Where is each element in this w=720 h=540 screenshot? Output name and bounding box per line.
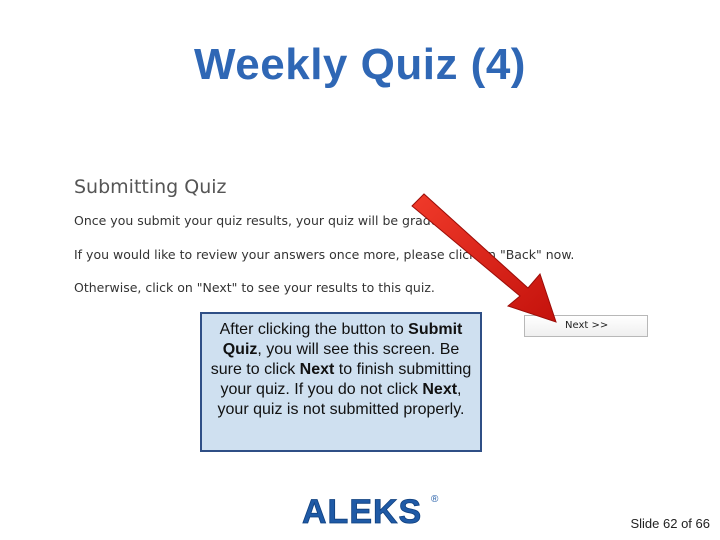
instruction-callout: After clicking the button to Submit Quiz… — [200, 312, 482, 452]
callout-next: Next — [422, 381, 458, 398]
review-text: If you would like to review your answers… — [74, 247, 575, 262]
slide-number: Slide 62 of 66 — [630, 516, 710, 531]
submitting-quiz-heading: Submitting Quiz — [74, 176, 227, 198]
registered-mark: ® — [431, 494, 439, 505]
graded-text: Once you submit your quiz results, your … — [74, 213, 451, 228]
aleks-logo: ALEKS ® — [302, 493, 439, 532]
callout-text: After clicking the button to — [219, 321, 409, 338]
submitting-quiz-screenshot: Submitting Quiz Once you submit your qui… — [74, 176, 634, 296]
next-button[interactable]: Next >> — [524, 315, 648, 337]
aleks-logo-text: ALEKS — [302, 493, 422, 531]
callout-next: Next — [299, 361, 335, 378]
next-instruction-text: Otherwise, click on "Next" to see your r… — [74, 280, 435, 295]
slide-title: Weekly Quiz (4) — [194, 40, 526, 89]
